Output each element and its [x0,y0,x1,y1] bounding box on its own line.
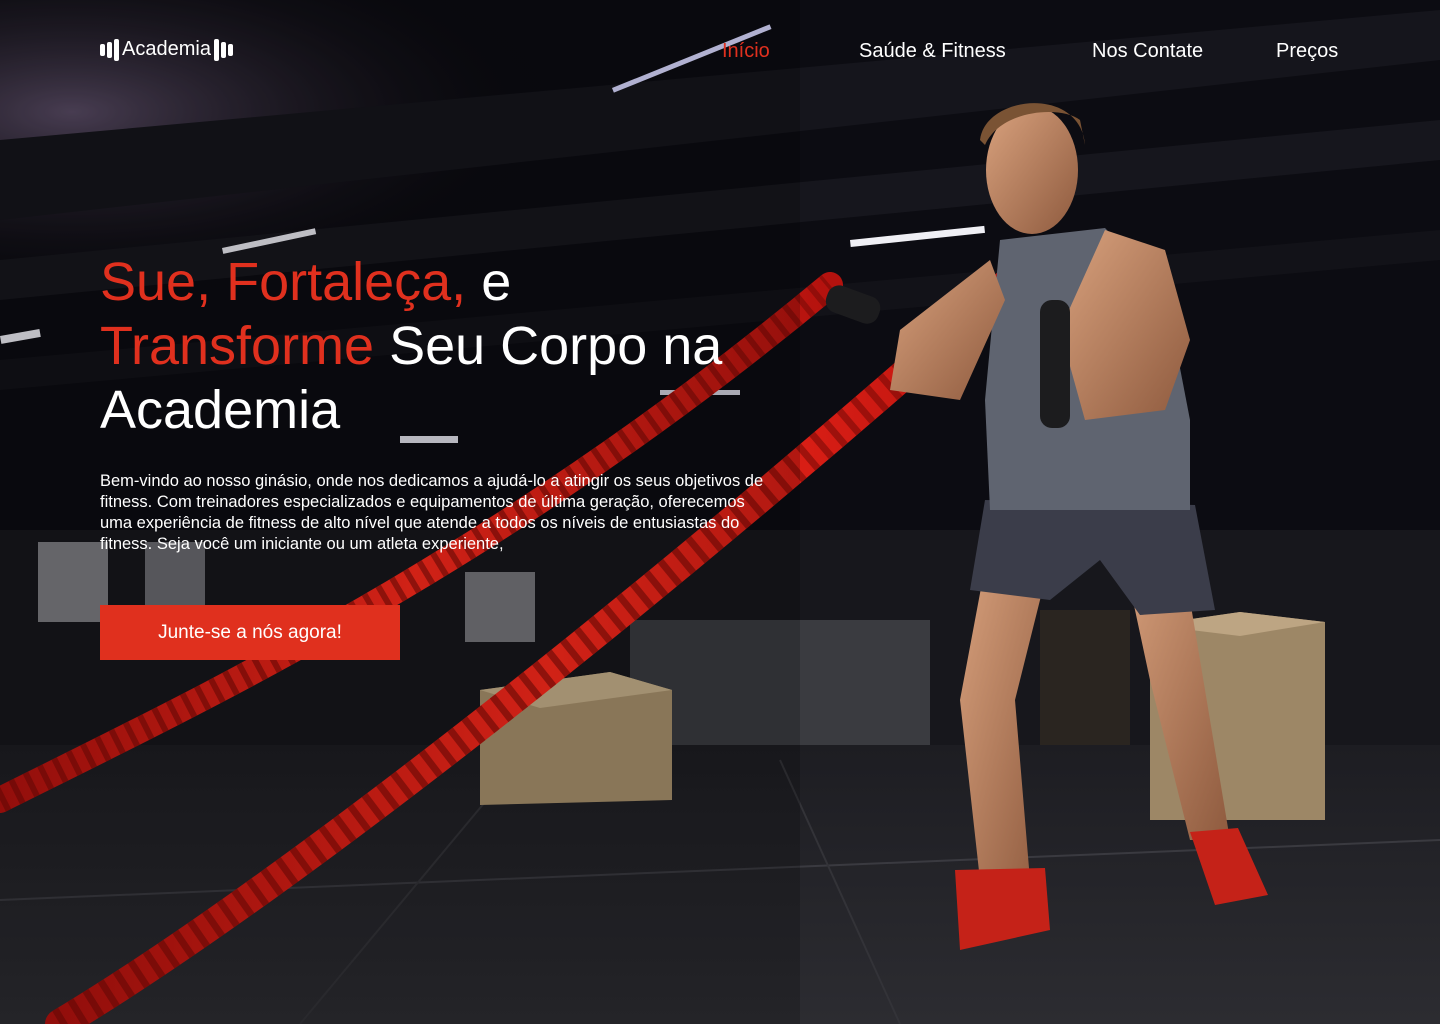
join-now-button[interactable]: Junte-se a nós agora! [100,605,400,660]
landing-page: Academia Início Saúde & Fitness Nos Cont… [0,0,1440,1024]
headline-accent-2: Transforme [100,316,375,376]
nav-item-saude-fitness[interactable]: Saúde & Fitness [859,40,1006,63]
headline-text-3: Academia [100,380,341,440]
nav-item-nos-contate[interactable]: Nos Contate [1092,40,1203,63]
nav-item-precos[interactable]: Preços [1276,40,1338,63]
hero-description: Bem-vindo ao nosso ginásio, onde nos ded… [100,472,764,553]
top-navigation: Academia Início Saúde & Fitness Nos Cont… [100,36,1340,68]
headline-text-2: Seu Corpo na [374,316,723,376]
headline-accent-1: Sue, Fortaleça, [100,252,467,312]
headline-text-1: e [466,252,512,312]
nav-item-inicio[interactable]: Início [722,40,770,63]
nav-menu: Início Saúde & Fitness Nos Contate Preço… [100,40,1340,70]
hero-headline: Sue, Fortaleça, e Transforme Seu Corpo n… [100,250,800,442]
